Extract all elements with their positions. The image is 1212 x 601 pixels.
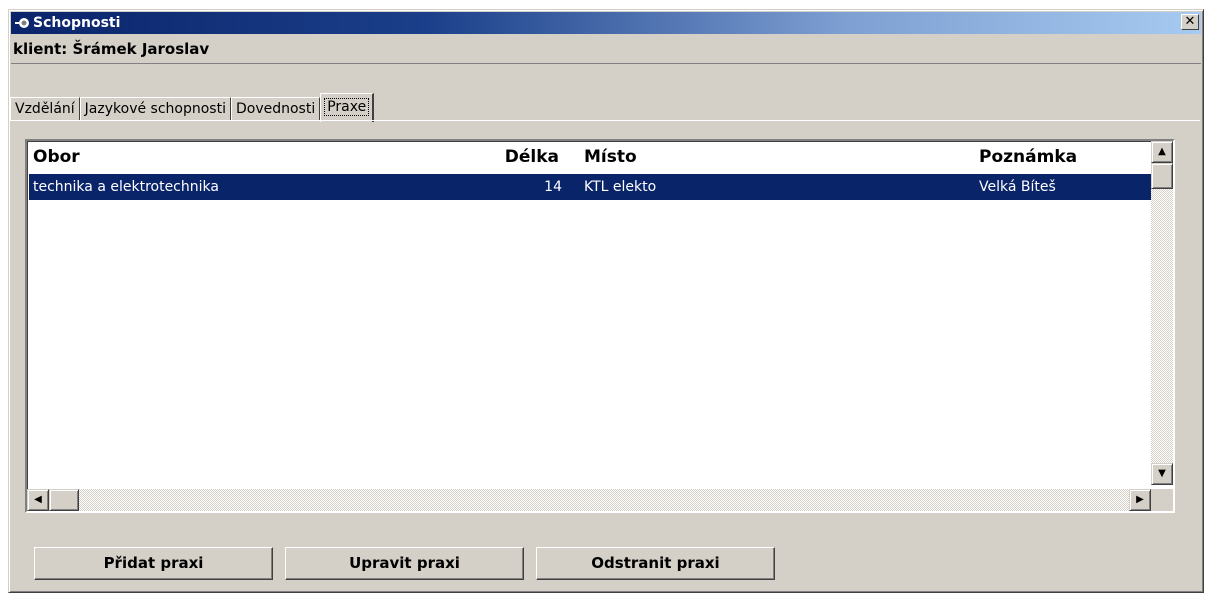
remove-praxe-button[interactable]: Odstranit praxi [536, 547, 775, 580]
arrow-up-icon: ▲ [1158, 146, 1166, 157]
tab-praxe[interactable]: Praxe [320, 93, 375, 122]
close-button[interactable]: ✕ [1181, 14, 1199, 30]
cell-poznamka: Velká Bíteš [979, 179, 1056, 195]
vertical-scrollbar[interactable]: ▲ ▼ [1151, 141, 1173, 485]
arrow-down-icon: ▼ [1158, 468, 1166, 479]
tab-label: Vzdělání [15, 101, 75, 117]
column-header-misto[interactable]: Místo [584, 142, 637, 172]
column-header-poznamka[interactable]: Poznámka [979, 142, 1077, 172]
scroll-right-button[interactable]: ▶ [1129, 489, 1151, 511]
tab-vzdelani[interactable]: Vzdělání [10, 97, 80, 121]
scroll-down-button[interactable]: ▼ [1151, 463, 1173, 485]
arrow-right-icon: ▶ [1136, 494, 1144, 505]
scroll-left-button[interactable]: ◀ [27, 489, 49, 511]
horizontal-scrollbar[interactable]: ◀ ▶ [27, 489, 1151, 511]
cell-obor: technika a elektrotechnika [33, 179, 219, 195]
column-header-delka[interactable]: Délka [429, 142, 559, 172]
tab-jazykove-schopnosti[interactable]: Jazykové schopnosti [79, 97, 231, 121]
add-praxe-button[interactable]: Přidat praxi [34, 547, 273, 580]
app-icon [15, 15, 31, 31]
client-bar: klient: Šrámek Jaroslav [11, 35, 1201, 64]
list-header: Obor Délka Místo Poznámka [29, 142, 1153, 172]
edit-praxe-button[interactable]: Upravit praxi [285, 547, 524, 580]
vertical-scroll-thumb[interactable] [1151, 163, 1173, 189]
client-label: klient: Šrámek Jaroslav [13, 40, 210, 58]
title-bar[interactable]: Schopnosti ✕ [11, 12, 1201, 34]
cell-misto: KTL elekto [584, 179, 657, 195]
table-row[interactable]: technika a elektrotechnika 14 KTL elekto… [29, 174, 1153, 200]
scroll-corner [1151, 489, 1173, 511]
tab-strip: Vzdělání Jazykové schopnosti Dovednosti … [10, 91, 375, 122]
arrow-left-icon: ◀ [34, 494, 42, 505]
tab-label: Jazykové schopnosti [84, 101, 226, 117]
tab-dovednosti[interactable]: Dovednosti [230, 97, 321, 121]
tab-label: Praxe [324, 98, 370, 116]
scroll-up-button[interactable]: ▲ [1151, 141, 1173, 163]
cell-delka: 14 [544, 179, 562, 195]
column-header-obor[interactable]: Obor [33, 142, 80, 172]
horizontal-scroll-thumb[interactable] [49, 489, 79, 511]
close-icon: ✕ [1184, 14, 1196, 29]
praxe-list[interactable]: Obor Délka Místo Poznámka technika a ele… [25, 139, 1175, 513]
tab-label: Dovednosti [235, 101, 316, 117]
window-title: Schopnosti [33, 15, 121, 31]
